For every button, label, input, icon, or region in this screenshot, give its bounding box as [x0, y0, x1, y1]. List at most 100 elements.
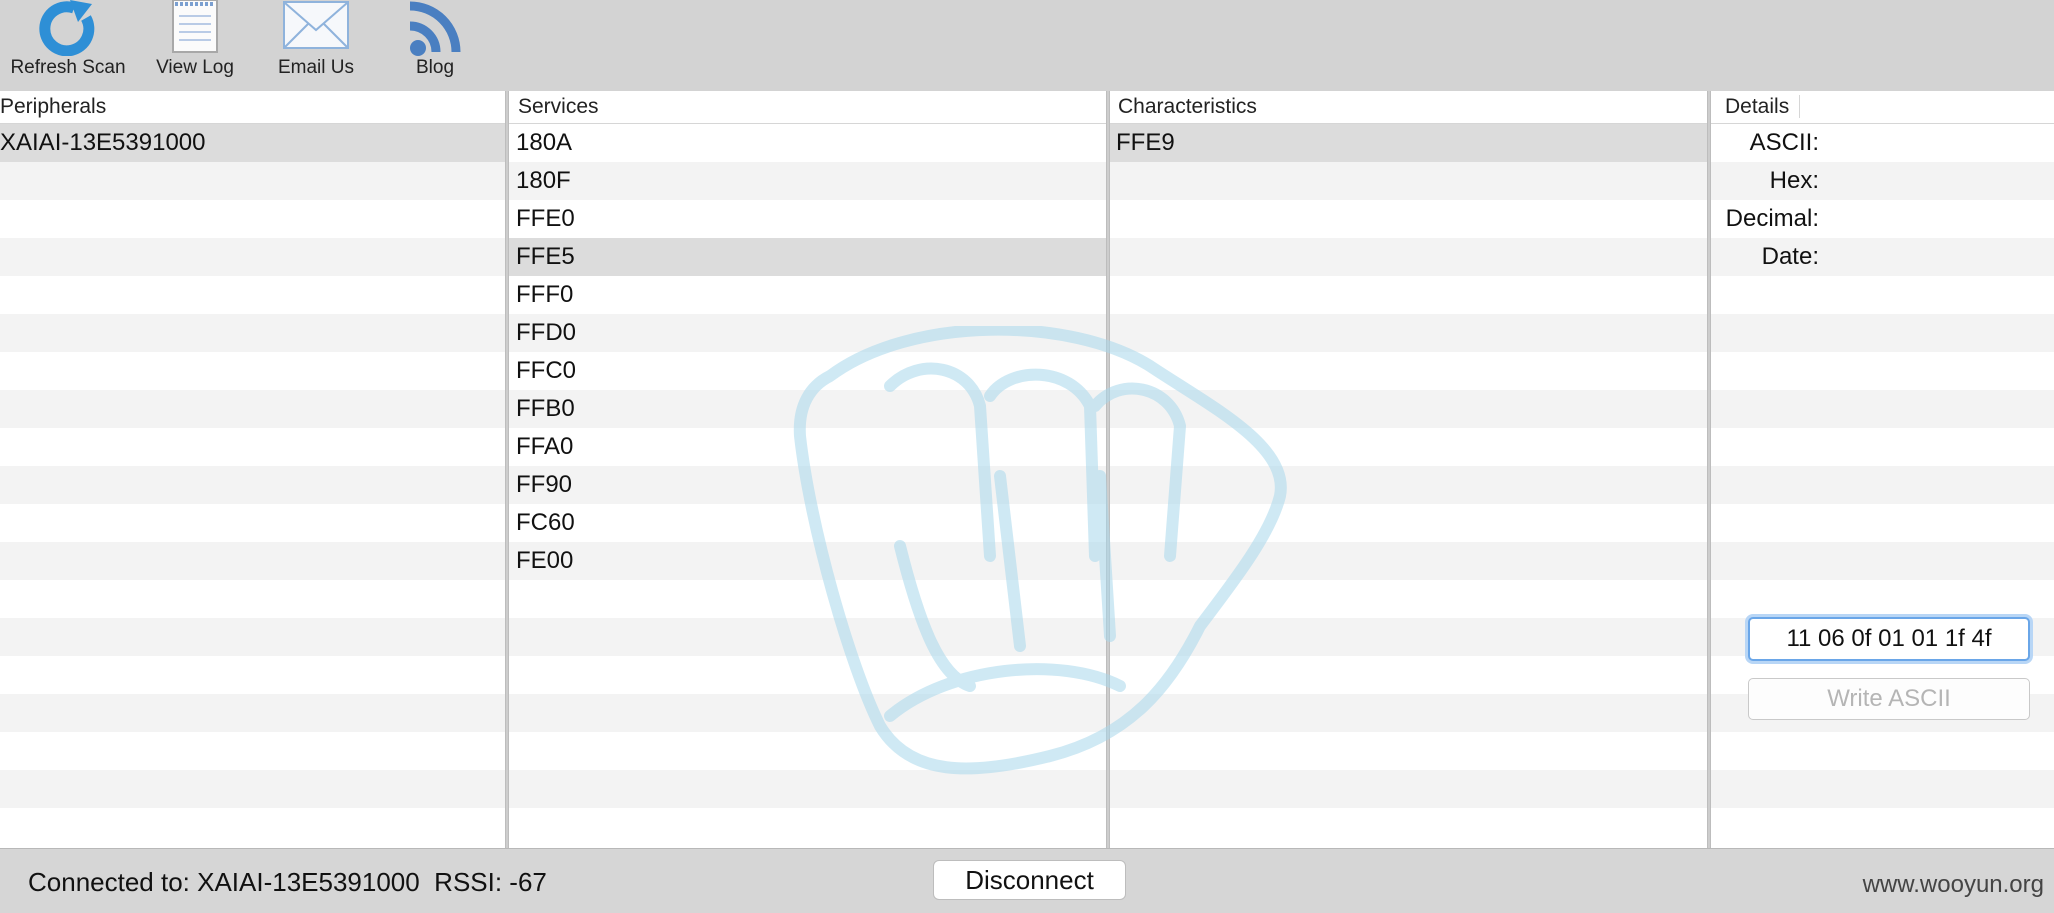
empty-row [1711, 770, 2054, 808]
empty-row [1110, 352, 1707, 390]
details-list: ASCII: Hex: Decimal: Date: [1711, 124, 2054, 846]
toolbar: Refresh Scan View Log Email Us Blog [0, 0, 2054, 92]
empty-row [509, 580, 1106, 618]
empty-row [1110, 466, 1707, 504]
view-log-label: View Log [156, 57, 234, 78]
peripheral-row[interactable]: XAIAI-13E5391000 [0, 124, 505, 162]
empty-row [509, 656, 1106, 694]
services-list: 180A 180F FFE0 FFE5 FFF0 FFD0 FFC0 FFB0 … [509, 124, 1106, 846]
service-row[interactable]: FFA0 [509, 428, 1106, 466]
empty-row [1711, 314, 2054, 352]
decimal-row: Decimal: [1711, 200, 2054, 238]
connection-status: Connected to: XAIAI-13E5391000 RSSI: -67 [28, 867, 547, 897]
empty-row [0, 732, 505, 770]
write-ascii-button[interactable]: Write ASCII [1748, 678, 2030, 720]
empty-row [0, 504, 505, 542]
empty-row [1110, 618, 1707, 656]
empty-row [509, 770, 1106, 808]
characteristics-column: Characteristics FFE9 [1110, 91, 1707, 848]
empty-row [1110, 694, 1707, 732]
empty-row [1110, 200, 1707, 238]
refresh-icon [39, 0, 95, 56]
ascii-label: ASCII: [1749, 129, 1819, 156]
empty-row [0, 352, 505, 390]
empty-row [0, 656, 505, 694]
service-row[interactable]: FF90 [509, 466, 1106, 504]
empty-row [0, 390, 505, 428]
empty-row [0, 808, 505, 846]
empty-row [1110, 542, 1707, 580]
hex-label: Hex: [1769, 167, 1819, 194]
refresh-scan-button[interactable]: Refresh Scan [4, 0, 132, 91]
empty-row [0, 618, 505, 656]
service-row[interactable]: 180A [509, 124, 1106, 162]
empty-row [0, 238, 505, 276]
empty-row [1110, 656, 1707, 694]
ascii-row: ASCII: [1711, 124, 2054, 162]
empty-row [1110, 238, 1707, 276]
date-label: Date: [1761, 243, 1819, 270]
empty-row [1711, 808, 2054, 846]
service-row[interactable]: FFD0 [509, 314, 1106, 352]
empty-row [1711, 466, 2054, 504]
browser-columns: Peripherals XAIAI-13E5391000 Services 18… [0, 91, 2054, 848]
empty-row [1110, 580, 1707, 618]
log-icon [172, 0, 218, 53]
peripherals-list: XAIAI-13E5391000 [0, 124, 505, 846]
peripherals-header: Peripherals [0, 91, 505, 124]
empty-row [1110, 808, 1707, 846]
empty-row [1711, 542, 2054, 580]
empty-row [1711, 428, 2054, 466]
site-watermark: www.wooyun.org [1862, 871, 2044, 898]
empty-row [0, 428, 505, 466]
empty-row [1711, 390, 2054, 428]
characteristics-header: Characteristics [1110, 91, 1707, 124]
empty-row [0, 542, 505, 580]
service-row[interactable]: FFE0 [509, 200, 1106, 238]
empty-row [1711, 732, 2054, 770]
empty-row [1110, 314, 1707, 352]
characteristic-row[interactable]: FFE9 [1110, 124, 1707, 162]
empty-row [0, 200, 505, 238]
empty-row [509, 808, 1106, 846]
disconnect-button[interactable]: Disconnect [933, 860, 1126, 900]
empty-row [509, 618, 1106, 656]
status-bar: Connected to: XAIAI-13E5391000 RSSI: -67… [0, 848, 2054, 913]
services-column: Services 180A 180F FFE0 FFE5 FFF0 FFD0 F… [509, 91, 1106, 848]
service-row[interactable]: FFB0 [509, 390, 1106, 428]
service-row[interactable]: FFE5 [509, 238, 1106, 276]
service-row[interactable]: FE00 [509, 542, 1106, 580]
blog-label: Blog [415, 57, 455, 78]
empty-row [1711, 276, 2054, 314]
empty-row [1711, 352, 2054, 390]
envelope-icon [283, 1, 349, 49]
empty-row [1110, 732, 1707, 770]
blog-button[interactable]: Blog [392, 0, 478, 91]
decimal-label: Decimal: [1725, 205, 1819, 232]
email-us-button[interactable]: Email Us [270, 0, 362, 91]
peripherals-column: Peripherals XAIAI-13E5391000 [0, 91, 505, 848]
empty-row [1110, 162, 1707, 200]
empty-row [1711, 580, 2054, 618]
service-row[interactable]: 180F [509, 162, 1106, 200]
empty-row [1110, 390, 1707, 428]
empty-row [1110, 428, 1707, 466]
details-header: Details [1711, 91, 2054, 124]
empty-row [0, 276, 505, 314]
email-us-label: Email Us [277, 57, 354, 78]
empty-row [1110, 504, 1707, 542]
refresh-scan-label: Refresh Scan [10, 57, 126, 78]
empty-row [1110, 276, 1707, 314]
service-row[interactable]: FC60 [509, 504, 1106, 542]
empty-row [0, 314, 505, 352]
details-column: Details ASCII: Hex: Decimal: Date: [1711, 91, 2054, 848]
empty-row [1711, 504, 2054, 542]
empty-row [0, 770, 505, 808]
service-row[interactable]: FFF0 [509, 276, 1106, 314]
characteristics-list: FFE9 [1110, 124, 1707, 846]
view-log-button[interactable]: View Log [146, 0, 244, 91]
value-input[interactable]: 11 06 0f 01 01 1f 4f [1748, 617, 2030, 661]
empty-row [509, 732, 1106, 770]
rss-icon [409, 1, 461, 56]
service-row[interactable]: FFC0 [509, 352, 1106, 390]
